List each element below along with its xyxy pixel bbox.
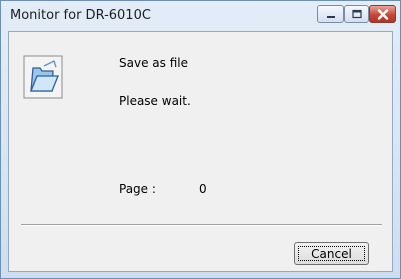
cancel-button-label: Cancel xyxy=(298,246,365,261)
maximize-icon xyxy=(352,9,362,19)
page-count: 0 xyxy=(199,182,207,196)
page-label: Page : xyxy=(119,182,156,196)
wait-message: Please wait. xyxy=(119,94,191,108)
close-icon xyxy=(377,9,389,20)
status-text: Save as file xyxy=(119,56,188,70)
maximize-button[interactable] xyxy=(344,5,369,23)
folder-icon xyxy=(23,55,63,99)
cancel-button[interactable]: Cancel xyxy=(294,242,369,265)
window-title: Monitor for DR-6010C xyxy=(10,8,151,23)
title-bar[interactable]: Monitor for DR-6010C xyxy=(1,1,400,31)
separator xyxy=(21,224,382,226)
monitor-window: Monitor for DR-6010C Save as file Please… xyxy=(0,0,401,279)
minimize-icon xyxy=(327,16,335,18)
close-button[interactable] xyxy=(369,5,396,23)
minimize-button[interactable] xyxy=(317,5,344,23)
dialog-body: Save as file Please wait. Page : 0 Cance… xyxy=(8,31,393,272)
